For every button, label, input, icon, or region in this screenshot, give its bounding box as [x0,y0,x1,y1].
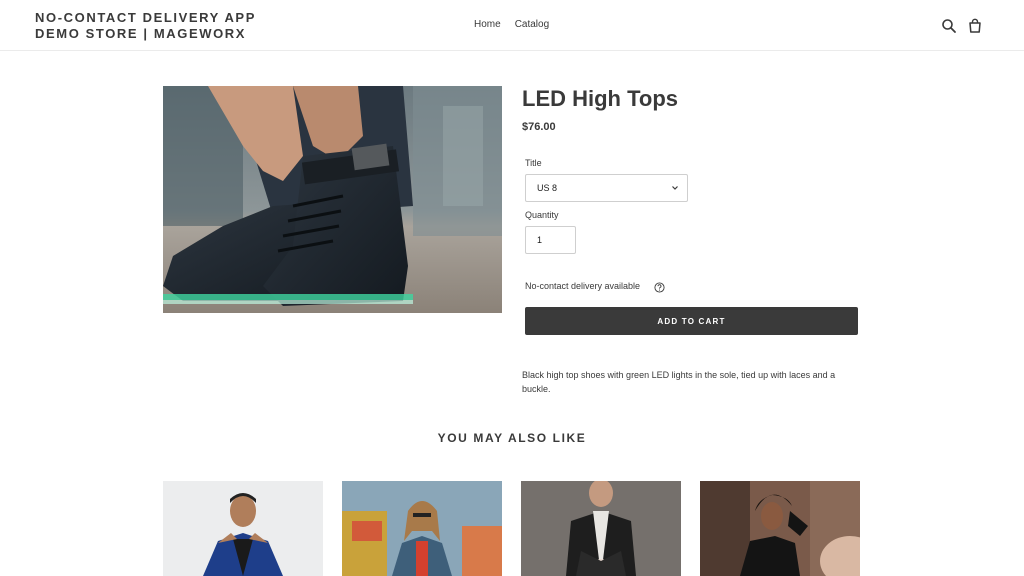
cart-icon[interactable] [967,18,983,34]
recommended-product-4[interactable] [700,481,860,576]
add-to-cart-button[interactable]: ADD TO CART [525,307,858,335]
chevron-down-icon [671,184,679,192]
quantity-input[interactable]: 1 [525,226,576,254]
product-image[interactable] [163,86,502,313]
nav-home-link[interactable]: Home [474,19,501,30]
site-header: NO-CONTACT DELIVERY APP DEMO STORE | MAG… [0,0,1024,51]
quantity-value: 1 [537,235,543,245]
search-icon[interactable] [941,18,957,34]
product-title: LED High Tops [522,86,679,111]
title-option-value: US 8 [537,183,558,193]
main-nav: Home Catalog [474,19,549,30]
store-logo[interactable]: NO-CONTACT DELIVERY APP DEMO STORE | MAG… [35,10,256,42]
nav-catalog-link[interactable]: Catalog [515,19,549,30]
title-option-label: Title [525,158,542,168]
recommended-product-1[interactable] [163,481,323,576]
product-price: $76.00 [522,121,556,133]
no-contact-delivery-note: No-contact delivery available [525,281,641,291]
store-name-line2: DEMO STORE | MAGEWORX [35,26,247,41]
title-option-select[interactable]: US 8 [525,174,688,202]
help-circle-icon[interactable] [654,280,665,293]
recommended-product-3[interactable] [521,481,681,576]
recommendations-heading: YOU MAY ALSO LIKE [437,431,587,445]
recommended-product-2[interactable] [342,481,502,576]
quantity-label: Quantity [525,210,559,220]
store-name-line1: NO-CONTACT DELIVERY APP [35,10,256,25]
product-description: Black high top shoes with green LED ligh… [522,370,836,394]
